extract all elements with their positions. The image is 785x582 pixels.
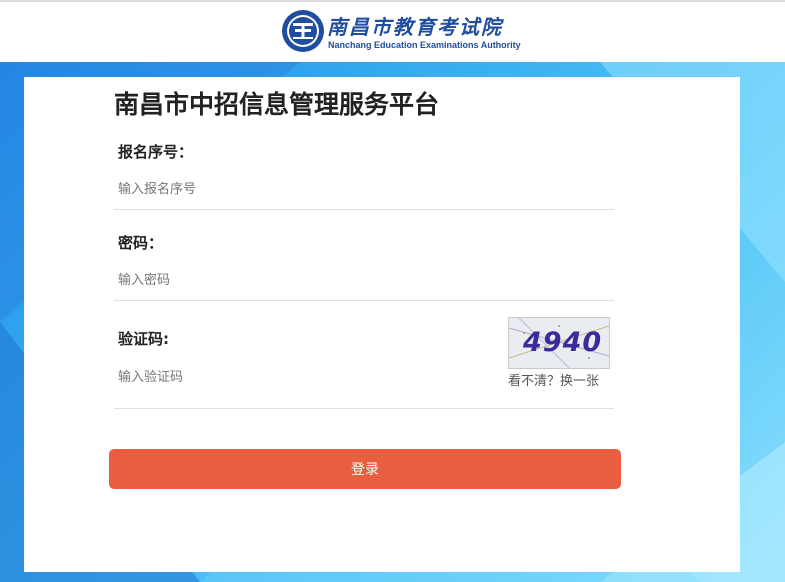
logo: 南昌市教育考试院 Nanchang Education Examinations… xyxy=(281,7,521,57)
divider xyxy=(114,209,614,210)
logo-english-text: Nanchang Education Examinations Authorit… xyxy=(328,40,521,50)
refresh-captcha-link[interactable]: 看不清？换一张 xyxy=(508,370,599,389)
page-header: 南昌市教育考试院 Nanchang Education Examinations… xyxy=(0,2,785,62)
logo-chinese-text: 南昌市教育考试院 xyxy=(327,15,503,39)
login-button[interactable]: 登录 xyxy=(109,449,621,489)
captcha-label: 验证码: xyxy=(118,330,169,348)
captcha-input[interactable] xyxy=(114,365,492,389)
registration-number-label: 报名序号： xyxy=(118,143,194,161)
password-input[interactable] xyxy=(114,268,622,292)
emblem-icon xyxy=(282,10,324,52)
captcha-text: 4940 xyxy=(523,327,603,358)
registration-number-input[interactable] xyxy=(114,177,622,201)
captcha-image[interactable]: 4940 xyxy=(508,317,610,369)
login-panel: 南昌市中招信息管理服务平台 报名序号： 密码： 验证码: 4940 看不清？换一… xyxy=(24,77,740,572)
divider xyxy=(114,300,614,301)
page-title: 南昌市中招信息管理服务平台 xyxy=(114,90,440,119)
divider xyxy=(114,408,614,409)
password-label: 密码： xyxy=(118,234,164,252)
